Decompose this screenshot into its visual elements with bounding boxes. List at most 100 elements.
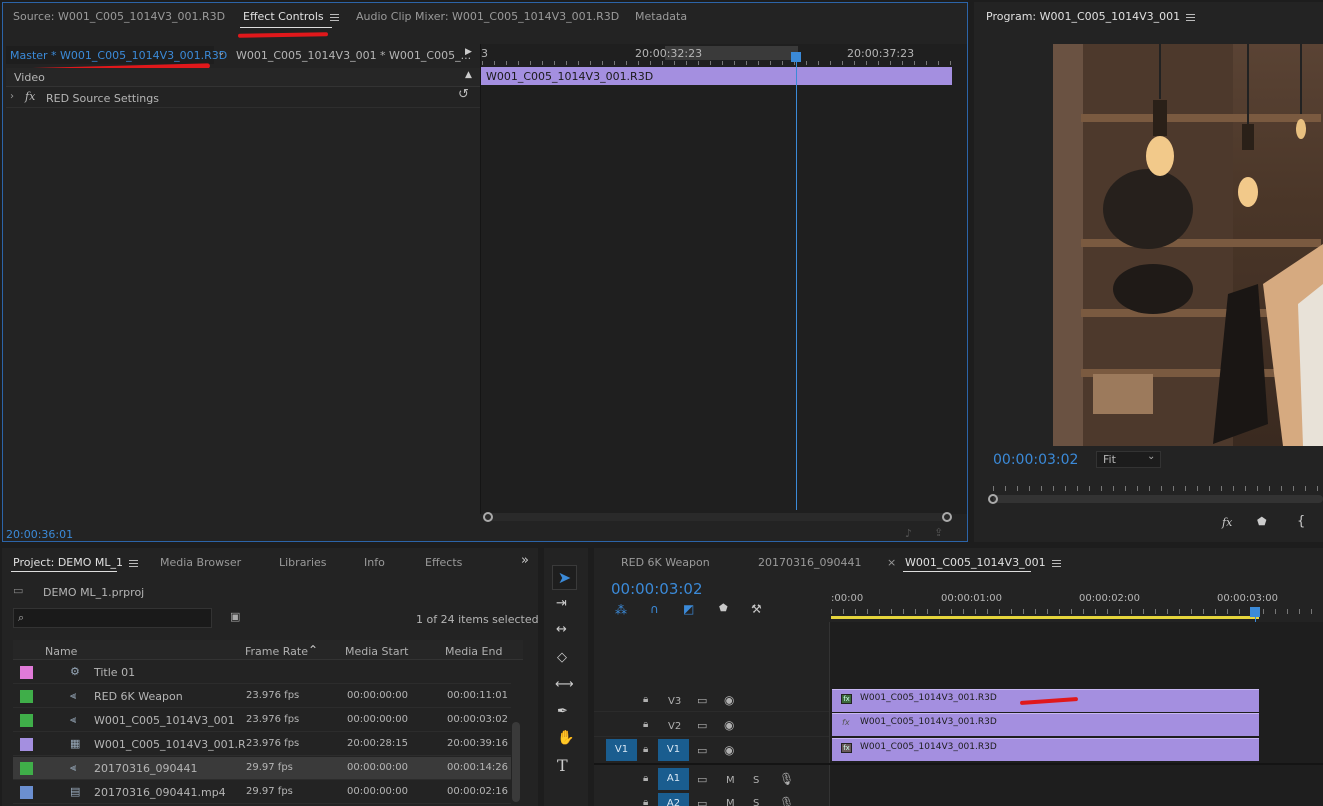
ec-scroll-handle-right[interactable] [942,512,952,522]
track-label-v2[interactable]: V2 [668,721,681,732]
lock-icon[interactable]: 🔒︎ [643,797,648,806]
lock-icon[interactable]: 🔒︎ [643,773,648,784]
col-name[interactable]: Name [45,645,77,658]
zoom-chevron-down-icon[interactable]: ⌄ [1147,451,1155,462]
label-color-swatch[interactable] [20,714,33,727]
reset-icon[interactable]: ↺ [458,87,469,102]
eye-icon[interactable]: ◉ [724,693,734,707]
new-bin-search-icon[interactable]: ▣ [230,610,240,623]
ec-scrollbar[interactable] [484,513,952,521]
tab-red-6k-weapon[interactable]: RED 6K Weapon [621,556,710,569]
solo-button[interactable]: S [753,798,759,806]
tab-metadata[interactable]: Metadata [635,10,687,23]
add-marker-icon[interactable]: ⬟ [719,603,728,614]
ec-playhead-marker[interactable] [791,52,801,62]
program-scroll-handle[interactable] [988,494,998,504]
tab-effects[interactable]: Effects [425,556,462,569]
label-color-swatch[interactable] [20,762,33,775]
microphone-icon[interactable]: 🎙︎ [779,796,794,806]
timeline-clip-v1[interactable]: fx W001_C005_1014V3_001.R3D [832,738,1259,761]
label-color-swatch[interactable] [20,666,33,679]
project-scrollbar[interactable] [512,722,520,802]
play-triangle-icon[interactable]: ▶ [465,47,472,57]
ripple-edit-tool-icon[interactable]: ↔ [556,622,567,637]
program-timecode[interactable]: 00:00:03:02 [993,452,1078,468]
zoom-value[interactable]: Fit [1103,453,1116,466]
wrench-icon[interactable]: ⚒ [751,602,762,616]
panel-menu-icon[interactable] [1186,13,1196,21]
project-search-input[interactable] [13,608,212,628]
camera-icon[interactable]: ▭ [697,744,707,757]
label-color-swatch[interactable] [20,738,33,751]
fx-badge-icon: fx [841,743,852,753]
track-target-a2[interactable]: A2 [658,793,689,806]
chevron-down-icon[interactable]: ⌄ [217,47,225,58]
linked-selection-icon[interactable]: ◩ [683,602,694,616]
tab-libraries[interactable]: Libraries [279,556,327,569]
close-icon[interactable]: × [887,556,896,569]
track-target-v1[interactable]: V1 [658,739,689,761]
microphone-icon[interactable]: 🎙︎ [779,772,794,786]
camera-icon[interactable]: ▭ [697,694,707,707]
snap-magnet-icon[interactable]: ∩ [650,602,659,616]
audio-icon[interactable]: ♪ [905,527,912,540]
panel-menu-icon[interactable] [329,13,339,21]
type-tool-icon[interactable]: T [557,756,568,775]
col-media-end[interactable]: Media End [445,645,502,658]
lock-icon[interactable]: 🔒︎ [643,744,648,755]
razor-tool-icon[interactable]: ◇ [557,650,567,665]
label-color-swatch[interactable] [20,786,33,799]
nest-icon[interactable]: ⁂ [615,603,627,617]
tl-work-area-bar[interactable] [831,616,1259,619]
selection-tool[interactable]: ➤ [552,565,577,590]
mute-button[interactable]: M [726,798,735,806]
tl-playhead-marker[interactable] [1250,607,1260,617]
marker-icon[interactable]: ⬟ [1257,515,1267,528]
table-row[interactable] [13,661,511,684]
program-scrubber[interactable] [993,495,1323,503]
track-target-a1[interactable]: A1 [658,768,689,790]
eye-icon[interactable]: ◉ [724,743,734,757]
collapse-triangle-icon[interactable]: ▲ [465,70,472,80]
source-patch-v1[interactable]: V1 [606,739,637,761]
panel-menu-icon[interactable] [129,559,139,567]
track-select-tool-icon[interactable]: ⇥ [556,596,567,611]
export-icon[interactable]: ⇪ [934,526,943,539]
sequence-clip-label[interactable]: W001_C005_1014V3_001 * W001_C005_... [236,49,471,62]
camera-icon[interactable]: ▭ [697,797,707,806]
eye-icon[interactable]: ◉ [724,718,734,732]
overflow-chevron-icon[interactable]: » [521,553,529,568]
solo-button[interactable]: S [753,775,759,786]
tab-info[interactable]: Info [364,556,385,569]
pen-tool-icon[interactable]: ✒ [557,704,568,719]
timeline-clip-v2[interactable]: fx W001_C005_1014V3_001.R3D [832,713,1259,736]
track-label-v3[interactable]: V3 [668,696,681,707]
tab-project[interactable]: Project: DEMO ML_1 [13,556,139,569]
cell-end: 00:00:11:01 [447,690,509,701]
lock-icon[interactable]: 🔒︎ [643,694,648,705]
project-tab-underline [11,571,117,572]
sort-ascending-icon[interactable]: ⌃ [308,643,318,657]
ec-scroll-handle-left[interactable] [483,512,493,522]
tab-source[interactable]: Source: W001_C005_1014V3_001.R3D [13,10,225,23]
label-color-swatch[interactable] [20,690,33,703]
tab-audio-clip-mixer[interactable]: Audio Clip Mixer: W001_C005_1014V3_001.R… [356,10,619,23]
tab-w001-sequence[interactable]: W001_C005_1014V3_001 [905,556,1061,569]
mute-button[interactable]: M [726,775,735,786]
disclosure-chevron-icon[interactable]: › [10,91,14,102]
master-clip-label[interactable]: Master * W001_C005_1014V3_001.R3D [10,49,227,62]
col-frame-rate[interactable]: Frame Rate [245,645,308,658]
camera-icon[interactable]: ▭ [697,773,707,786]
panel-menu-icon[interactable] [1051,559,1061,567]
tab-effect-controls[interactable]: Effect Controls [243,10,339,23]
tab-media-browser[interactable]: Media Browser [160,556,241,569]
lock-icon[interactable]: 🔒︎ [643,719,648,730]
slip-tool-icon[interactable]: ⟷ [555,677,574,692]
camera-icon[interactable]: ▭ [697,719,707,732]
brace-icon[interactable]: { [1297,514,1305,529]
tab-20170316[interactable]: 20170316_090441 [758,556,861,569]
col-media-start[interactable]: Media Start [345,645,408,658]
timeline-timecode[interactable]: 00:00:03:02 [611,580,703,598]
program-fx-icon[interactable]: fx [1222,516,1232,529]
hand-tool-icon[interactable]: ✋ [557,730,574,746]
